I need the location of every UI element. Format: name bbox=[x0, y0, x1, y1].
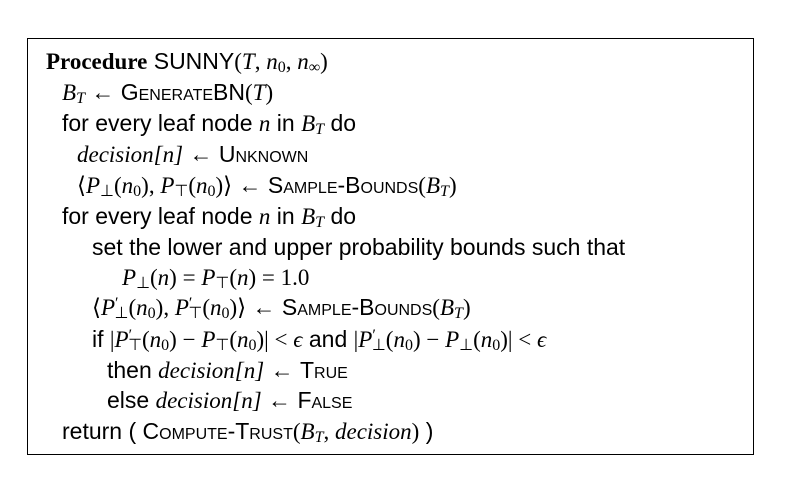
assign-arrow: ← bbox=[270, 358, 294, 383]
node-var: n bbox=[258, 204, 271, 229]
sample-bounds-call: Sample-Bounds bbox=[281, 294, 433, 320]
assign-arrow: ← bbox=[238, 173, 262, 198]
in-text: in bbox=[270, 203, 302, 229]
algo-line-return: return ( Compute-Trust(BT, decision) ) bbox=[62, 416, 433, 447]
return-close: ) bbox=[419, 418, 434, 444]
do-text: do bbox=[324, 203, 357, 229]
node-var: n bbox=[258, 111, 271, 136]
compute-trust-args: (BT, decision) bbox=[292, 419, 420, 447]
assign-arrow: ← bbox=[252, 295, 276, 320]
generate-bn-call: GenerateBN bbox=[120, 79, 245, 105]
procedure-header: Procedure SUNNY(T, n0, n∞) bbox=[46, 46, 328, 77]
algo-line-else: else decision[n] ← False bbox=[107, 385, 352, 416]
for-text: for every leaf node bbox=[62, 203, 259, 229]
in-text: in bbox=[270, 110, 302, 136]
algo-line-decision-init: decision[n] ← Unknown bbox=[77, 139, 308, 170]
decision-lhs: decision[n] bbox=[77, 142, 184, 167]
else-keyword: else bbox=[107, 387, 156, 413]
if-keyword: if bbox=[92, 326, 110, 352]
decision-lhs: decision[n] bbox=[155, 388, 262, 413]
condition-upper: |P′⊤(n0) − P⊤(n0)| < ϵ bbox=[109, 326, 303, 355]
algo-line-for-1: for every leaf node n in BT do bbox=[62, 108, 356, 139]
false-value: False bbox=[297, 387, 353, 413]
unknown-value: Unknown bbox=[218, 141, 309, 167]
bounds-equation: P⊥(n) = P⊤(n) = 1.0 bbox=[122, 265, 310, 293]
set-var: BT bbox=[301, 111, 325, 139]
algo-line-for-2: for every leaf node n in BT do bbox=[62, 201, 356, 232]
procedure-name: SUNNY bbox=[153, 48, 235, 74]
condition-lower: |P′⊥(n0) − P⊥(n0)| < ϵ bbox=[353, 326, 547, 355]
algo-line-then: then decision[n] ← True bbox=[107, 355, 348, 386]
algo-line-bounds-eq: P⊥(n) = P⊤(n) = 1.0 bbox=[122, 262, 309, 293]
decision-lhs: decision[n] bbox=[158, 358, 265, 383]
assign-arrow: ← bbox=[268, 388, 292, 413]
then-keyword: then bbox=[107, 357, 159, 383]
algo-line-sample-1: ⟨P⊥(n0), P⊤(n0)⟩ ← Sample-Bounds(BT) bbox=[77, 170, 457, 201]
prime-bounds-tuple: ⟨P′⊥(n0), P′⊤(n0)⟩ bbox=[92, 294, 247, 323]
generate-bn-arg: (T) bbox=[244, 80, 274, 105]
true-value: True bbox=[300, 357, 348, 383]
for-text: for every leaf node bbox=[62, 110, 259, 136]
assign-arrow: ← bbox=[91, 80, 115, 105]
and-keyword: and bbox=[302, 326, 354, 352]
algo-line-if: if |P′⊤(n0) − P⊤(n0)| < ϵ and |P′⊥(n0) −… bbox=[92, 324, 546, 355]
assign-arrow: ← bbox=[189, 142, 213, 167]
algo-line-generate: BT ← GenerateBN(T) bbox=[62, 77, 273, 108]
procedure-keyword: Procedure bbox=[46, 49, 148, 74]
algo-line-sample-2: ⟨P′⊥(n0), P′⊤(n0)⟩ ← Sample-Bounds(BT) bbox=[92, 292, 471, 323]
sample-bounds-arg: (BT) bbox=[432, 295, 471, 323]
do-text: do bbox=[324, 110, 357, 136]
return-keyword: return ( bbox=[62, 418, 143, 444]
algo-line-set-bounds: set the lower and upper probability boun… bbox=[92, 234, 626, 260]
bounds-tuple: ⟨P⊥(n0), P⊤(n0)⟩ bbox=[77, 173, 233, 201]
sample-bounds-call: Sample-Bounds bbox=[267, 172, 419, 198]
compute-trust-call: Compute-Trust bbox=[142, 418, 293, 444]
procedure-signature: (T, n0, n∞) bbox=[234, 49, 328, 77]
sample-bounds-arg: (BT) bbox=[418, 173, 457, 201]
bt-variable: BT bbox=[62, 80, 85, 108]
set-var: BT bbox=[301, 204, 325, 232]
